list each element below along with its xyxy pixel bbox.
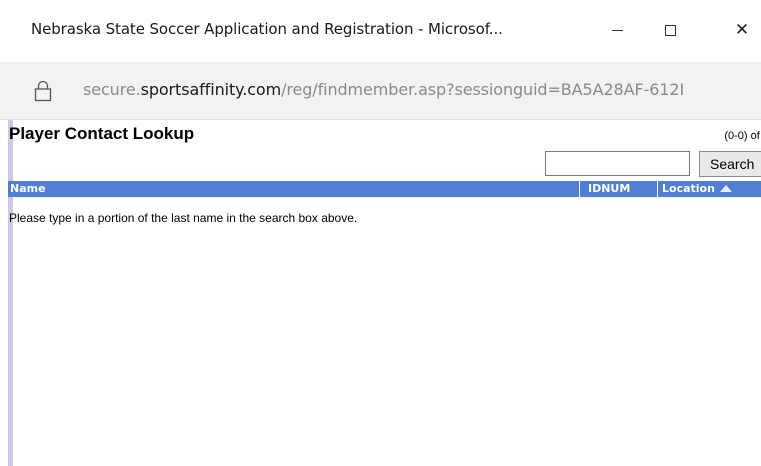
url-host: sportsaffinity.com	[140, 80, 282, 99]
url-text[interactable]: secure.sportsaffinity.com/reg/findmember…	[83, 80, 684, 99]
column-header-label: Name	[10, 182, 46, 195]
close-button[interactable]: ✕	[719, 12, 761, 48]
column-header-label: Location	[662, 182, 715, 195]
column-header-label: IDNUM	[588, 182, 631, 195]
lock-icon	[34, 80, 52, 102]
address-bar[interactable]: secure.sportsaffinity.com/reg/findmember…	[0, 62, 761, 120]
url-path: /reg/findmember.asp?sessionguid=BA5A28AF…	[281, 80, 685, 99]
search-button[interactable]: Search	[699, 151, 761, 177]
result-count: (0-0) of 0	[724, 130, 761, 142]
instruction-message: Please type in a portion of the last nam…	[9, 211, 358, 225]
column-header-location[interactable]: Location	[657, 181, 761, 197]
minimize-icon	[611, 29, 623, 31]
search-input[interactable]	[545, 151, 690, 176]
minimize-button[interactable]	[594, 12, 640, 48]
page-title: Player Contact Lookup	[9, 124, 195, 143]
column-header-idnum[interactable]: IDNUM	[579, 181, 657, 197]
column-header-name[interactable]: Name	[8, 181, 579, 197]
close-icon: ✕	[734, 20, 750, 40]
browser-window: Nebraska State Soccer Application and Re…	[0, 0, 761, 466]
maximize-icon	[664, 24, 676, 36]
maximize-button[interactable]	[647, 12, 693, 48]
sort-ascending-icon	[719, 185, 732, 192]
window-title: Nebraska State Soccer Application and Re…	[31, 20, 503, 38]
table-header: Name IDNUM Location	[8, 181, 761, 197]
url-prefix: secure.	[83, 80, 141, 99]
page-content: Player Contact Lookup (0-0) of 0 Search …	[8, 120, 761, 466]
title-bar: Nebraska State Soccer Application and Re…	[0, 0, 761, 62]
